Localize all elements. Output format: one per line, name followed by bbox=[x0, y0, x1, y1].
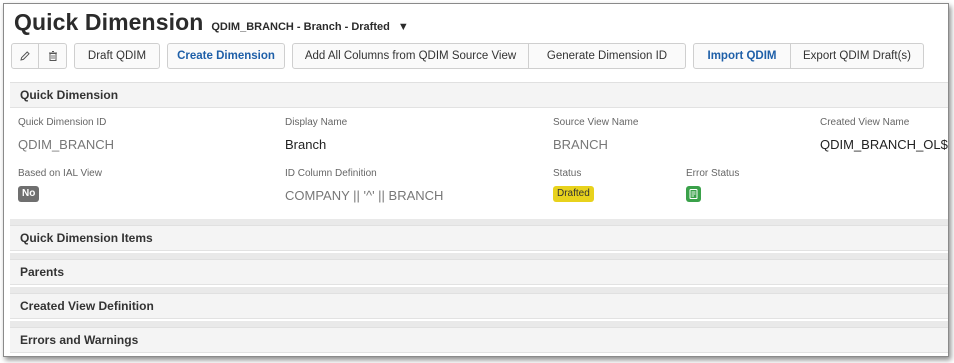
source-view-value: BRANCH bbox=[553, 137, 608, 152]
delete-button[interactable] bbox=[39, 43, 67, 69]
display-name-value: Branch bbox=[285, 137, 327, 152]
id-column-label: ID Column Definition bbox=[285, 168, 377, 179]
quick-dimension-section-header[interactable]: Quick Dimension bbox=[10, 82, 948, 108]
section-title: Parents bbox=[20, 265, 65, 279]
display-name-label: Display Name bbox=[285, 117, 348, 128]
error-status-badge bbox=[686, 186, 701, 202]
export-qdim-drafts-button[interactable]: Export QDIM Draft(s) bbox=[791, 43, 924, 69]
created-view-definition-section[interactable]: Created View Definition bbox=[10, 293, 948, 319]
qdim-id-label: Quick Dimension ID bbox=[18, 117, 107, 128]
quick-dimension-items-section[interactable]: Quick Dimension Items bbox=[10, 225, 948, 251]
errors-and-warnings-section[interactable]: Errors and Warnings bbox=[10, 327, 948, 353]
based-on-ial-label: Based on IAL View bbox=[18, 168, 102, 179]
source-view-label: Source View Name bbox=[553, 117, 639, 128]
quick-dimension-page: Quick Dimension QDIM_BRANCH - Branch - D… bbox=[3, 3, 949, 357]
record-dropdown-caret-icon[interactable]: ▼ bbox=[398, 21, 409, 33]
qdim-id-value: QDIM_BRANCH bbox=[18, 137, 115, 152]
add-all-columns-button[interactable]: Add All Columns from QDIM Source View bbox=[292, 43, 529, 69]
status-label: Status bbox=[553, 168, 582, 179]
created-view-value: QDIM_BRANCH_OL$ bbox=[820, 137, 948, 152]
error-status-label: Error Status bbox=[686, 168, 740, 179]
id-column-value: COMPANY || '^' || BRANCH bbox=[285, 188, 444, 203]
section-title: Quick Dimension bbox=[20, 88, 119, 102]
parents-section[interactable]: Parents bbox=[10, 259, 948, 285]
section-title: Quick Dimension Items bbox=[20, 231, 153, 245]
status-badge: Drafted bbox=[553, 186, 594, 202]
edit-button[interactable] bbox=[11, 43, 39, 69]
toolbar: Draft QDIM Create Dimension Add All Colu… bbox=[11, 43, 924, 71]
pencil-icon bbox=[20, 51, 30, 61]
based-on-ial-badge: No bbox=[18, 186, 40, 202]
generate-dimension-id-button[interactable]: Generate Dimension ID bbox=[529, 43, 686, 69]
record-selector[interactable]: QDIM_BRANCH - Branch - Drafted bbox=[211, 21, 389, 33]
trash-icon bbox=[48, 51, 57, 61]
page-header: Quick Dimension QDIM_BRANCH - Branch - D… bbox=[14, 9, 409, 36]
check-document-icon bbox=[689, 189, 698, 199]
create-dimension-button[interactable]: Create Dimension bbox=[167, 43, 285, 69]
draft-qdim-button[interactable]: Draft QDIM bbox=[74, 43, 160, 69]
import-qdim-button[interactable]: Import QDIM bbox=[693, 43, 791, 69]
created-view-label: Created View Name bbox=[820, 117, 910, 128]
section-title: Errors and Warnings bbox=[20, 333, 139, 347]
section-title: Created View Definition bbox=[20, 299, 154, 313]
page-title: Quick Dimension bbox=[14, 9, 204, 35]
